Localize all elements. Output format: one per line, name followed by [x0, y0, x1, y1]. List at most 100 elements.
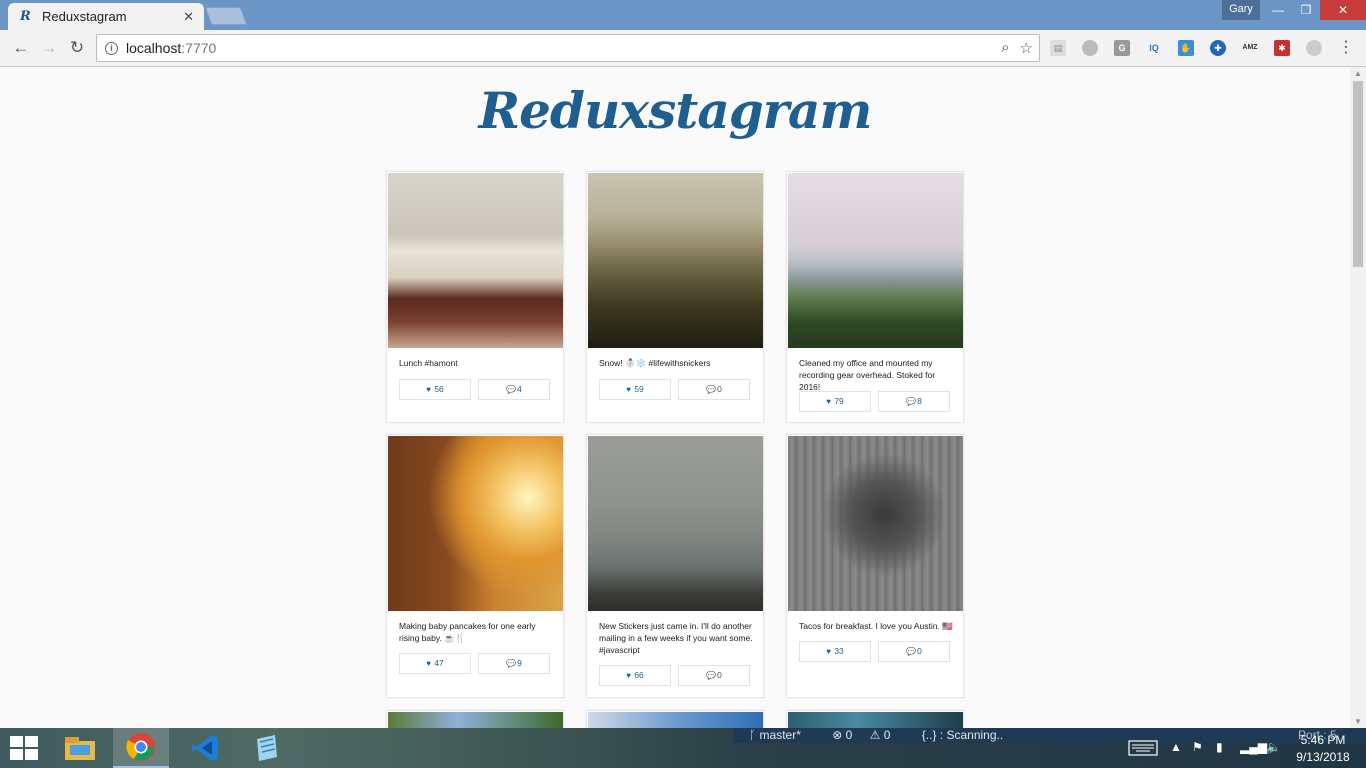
crosshair-extension-icon[interactable]: ✚: [1210, 40, 1226, 56]
git-branch-status[interactable]: ᚴ master*: [749, 728, 815, 742]
pinecones-photo[interactable]: [788, 436, 963, 611]
heart-icon: ♥: [626, 671, 631, 680]
comment-icon: 💬: [506, 385, 517, 394]
trees-photo[interactable]: [788, 712, 963, 728]
address-bar[interactable]: i localhost:7770 ⌕ ☆: [96, 34, 1040, 62]
browser-toolbar: ← → ↻ i localhost:7770 ⌕ ☆ ▤ G IQ ✋ ✚ AM…: [0, 30, 1366, 67]
new-tab-button[interactable]: [204, 7, 248, 25]
sky-photo[interactable]: [588, 712, 763, 728]
file-explorer-icon[interactable]: [52, 728, 108, 768]
post-caption: Lunch #hamont: [399, 358, 458, 368]
url-host: localhost: [126, 40, 182, 56]
tab-close-icon[interactable]: ✕: [183, 9, 194, 25]
comment-icon: 💬: [706, 671, 717, 680]
coast-flowers-photo[interactable]: [788, 173, 963, 348]
like-button[interactable]: ♥ 79: [799, 391, 871, 412]
like-count: 66: [634, 670, 644, 680]
windows-start-icon[interactable]: [10, 736, 38, 760]
comments-button[interactable]: 💬0: [878, 641, 950, 662]
url-port: :7770: [181, 40, 217, 56]
battery-icon[interactable]: ▮: [1216, 740, 1223, 754]
back-arrow-icon[interactable]: ←: [10, 38, 32, 60]
grey-circle-extension-icon[interactable]: [1306, 40, 1322, 56]
comment-count: 8: [917, 396, 922, 406]
site-info-icon[interactable]: i: [105, 41, 118, 55]
post-card: Cleaned my office and mounted my recordi…: [786, 171, 964, 423]
scrollbar-thumb[interactable]: [1353, 81, 1363, 267]
reload-icon[interactable]: ↻: [66, 38, 88, 60]
post-card: New Stickers just came in. I'll do anoth…: [586, 434, 764, 698]
comments-button[interactable]: 💬8: [878, 391, 950, 412]
scanning-status: {..} : Scanning..: [921, 728, 1004, 742]
tab-title: Reduxstagram: [42, 9, 127, 24]
comment-icon: 💬: [906, 397, 917, 406]
comment-icon: 💬: [706, 385, 717, 394]
like-button[interactable]: ♥ 66: [599, 665, 671, 686]
keyboard-icon[interactable]: [1128, 740, 1158, 759]
comments-button[interactable]: 💬0: [678, 665, 750, 686]
browser-titlebar: R Reduxstagram ✕ Gary — ❐ ✕: [0, 0, 1366, 30]
post-card: Snow! ☃️❄️ #lifewithsnickers ♥ 59 💬0: [586, 171, 764, 423]
comments-button[interactable]: 💬9: [478, 653, 550, 674]
chrome-taskbar-icon[interactable]: [113, 728, 169, 768]
red-extension-icon[interactable]: ✱: [1274, 40, 1290, 56]
landscape-photo[interactable]: [388, 712, 563, 728]
hand-extension-icon[interactable]: ✋: [1178, 40, 1194, 56]
problems-status[interactable]: ⊗ 0 ⚠ 0: [832, 728, 904, 742]
hazy-hills-photo[interactable]: [588, 173, 763, 348]
browser-tab[interactable]: R Reduxstagram ✕: [8, 3, 204, 30]
post-card: Tacos for breakfast. I love you Austin. …: [786, 434, 964, 698]
post-caption: New Stickers just came in. I'll do anoth…: [599, 621, 753, 655]
clock-time[interactable]: 5:46 PM: [1298, 733, 1348, 747]
like-count: 59: [634, 384, 644, 394]
reader-icon[interactable]: ▤: [1050, 40, 1066, 56]
clock-date[interactable]: 9/13/2018: [1294, 750, 1352, 764]
like-count: 47: [434, 658, 444, 668]
like-button[interactable]: ♥ 47: [399, 653, 471, 674]
windows-taskbar: ᚴ master* ⊗ 0 ⚠ 0 {..} : Scanning.. Port…: [0, 728, 1366, 768]
like-count: 79: [834, 396, 844, 406]
app-page: Reduxstagram Lunch #hamont ♥ 56 💬4 Snow!…: [0, 67, 1350, 728]
forward-arrow-icon[interactable]: →: [38, 38, 60, 60]
network-icon[interactable]: ▂▄▆: [1240, 740, 1267, 754]
scroll-down-icon[interactable]: ▼: [1354, 717, 1362, 726]
minimize-icon[interactable]: —: [1264, 0, 1292, 20]
g-extension-icon[interactable]: G: [1114, 40, 1130, 56]
flag-icon[interactable]: ⚑: [1192, 740, 1203, 754]
like-button[interactable]: ♥ 33: [799, 641, 871, 662]
restore-icon[interactable]: ❐: [1292, 0, 1320, 20]
volume-icon[interactable]: 🔈: [1266, 740, 1281, 754]
girl-sunlight-photo[interactable]: [388, 436, 563, 611]
profile-button[interactable]: Gary: [1222, 0, 1260, 20]
like-button[interactable]: ♥ 56: [399, 379, 471, 400]
iq-extension-icon[interactable]: IQ: [1146, 40, 1162, 56]
post-caption: Cleaned my office and mounted my recordi…: [799, 358, 936, 392]
bookmark-star-icon[interactable]: ☆: [1020, 39, 1033, 57]
post-card: Lunch #hamont ♥ 56 💬4: [386, 171, 564, 423]
comments-button[interactable]: 💬4: [478, 379, 550, 400]
scroll-up-icon[interactable]: ▲: [1354, 69, 1362, 78]
app-logo[interactable]: Reduxstagram: [0, 81, 1350, 140]
vscode-taskbar-icon[interactable]: [177, 728, 233, 768]
amz-extension-icon[interactable]: AMZ: [1242, 40, 1258, 56]
heart-icon: ♥: [426, 659, 431, 668]
comments-button[interactable]: 💬0: [678, 379, 750, 400]
like-count: 56: [434, 384, 444, 394]
post-caption: Making baby pancakes for one early risin…: [399, 621, 536, 643]
tray-expand-icon[interactable]: ▲: [1170, 740, 1182, 754]
circle-extension-icon[interactable]: [1082, 40, 1098, 56]
heart-icon: ♥: [826, 647, 831, 656]
zoom-icon[interactable]: ⌕: [1001, 39, 1009, 57]
foggy-beach-photo[interactable]: [588, 436, 763, 611]
post-caption: Tacos for breakfast. I love you Austin. …: [799, 621, 953, 631]
heart-icon: ♥: [826, 397, 831, 406]
post-card: Making baby pancakes for one early risin…: [386, 434, 564, 698]
close-window-icon[interactable]: ✕: [1320, 0, 1366, 20]
like-count: 33: [834, 646, 844, 656]
chrome-menu-icon[interactable]: ⋮: [1338, 38, 1354, 58]
notepad-taskbar-icon[interactable]: [238, 728, 294, 768]
like-button[interactable]: ♥ 59: [599, 379, 671, 400]
comment-count: 0: [717, 384, 722, 394]
page-scrollbar[interactable]: ▲ ▼: [1350, 67, 1366, 728]
open-book-photo[interactable]: [388, 173, 563, 348]
